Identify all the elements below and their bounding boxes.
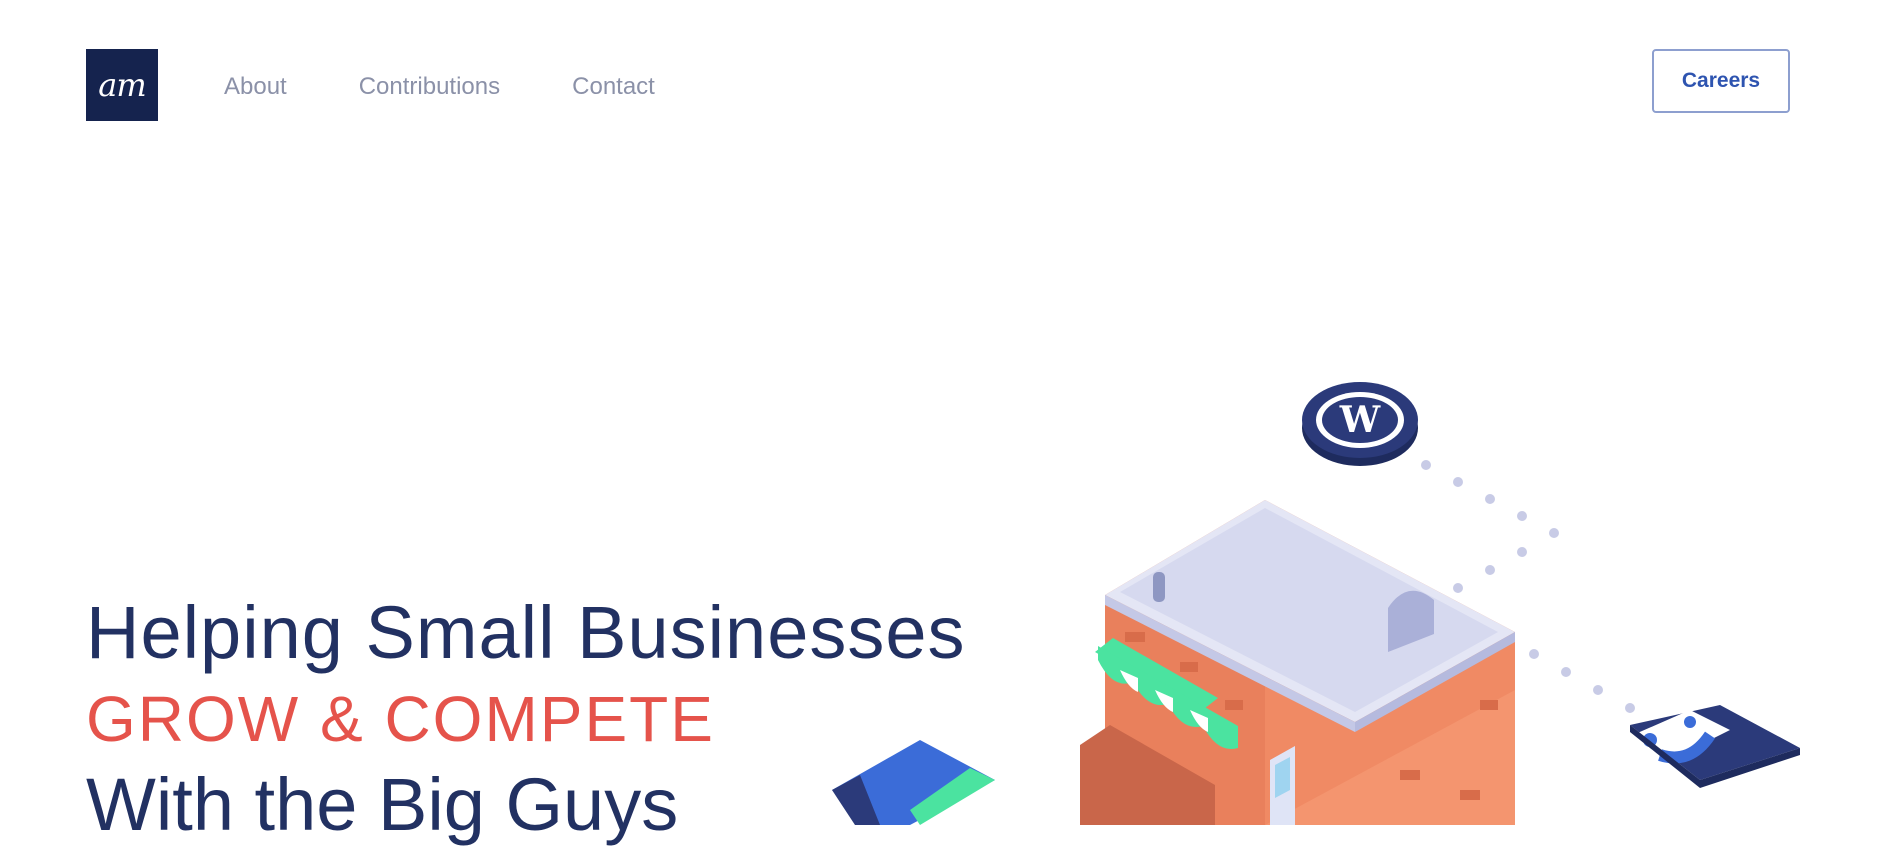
map-icon: [832, 740, 995, 825]
main-nav: About Contributions Contact: [224, 72, 727, 102]
svg-text:W: W: [1339, 399, 1381, 441]
careers-button[interactable]: Careers: [1652, 49, 1790, 113]
logo[interactable]: am: [86, 49, 158, 121]
storefront-illustration: [1080, 500, 1515, 825]
wordpress-icon: W: [1302, 382, 1418, 466]
hero-illustration: W: [832, 382, 1800, 825]
envelope-icon: [1610, 705, 1800, 788]
nav-contact[interactable]: Contact: [572, 72, 655, 102]
nav-about[interactable]: About: [224, 72, 287, 102]
logo-text: am: [98, 66, 146, 104]
nav-contributions[interactable]: Contributions: [359, 72, 500, 102]
